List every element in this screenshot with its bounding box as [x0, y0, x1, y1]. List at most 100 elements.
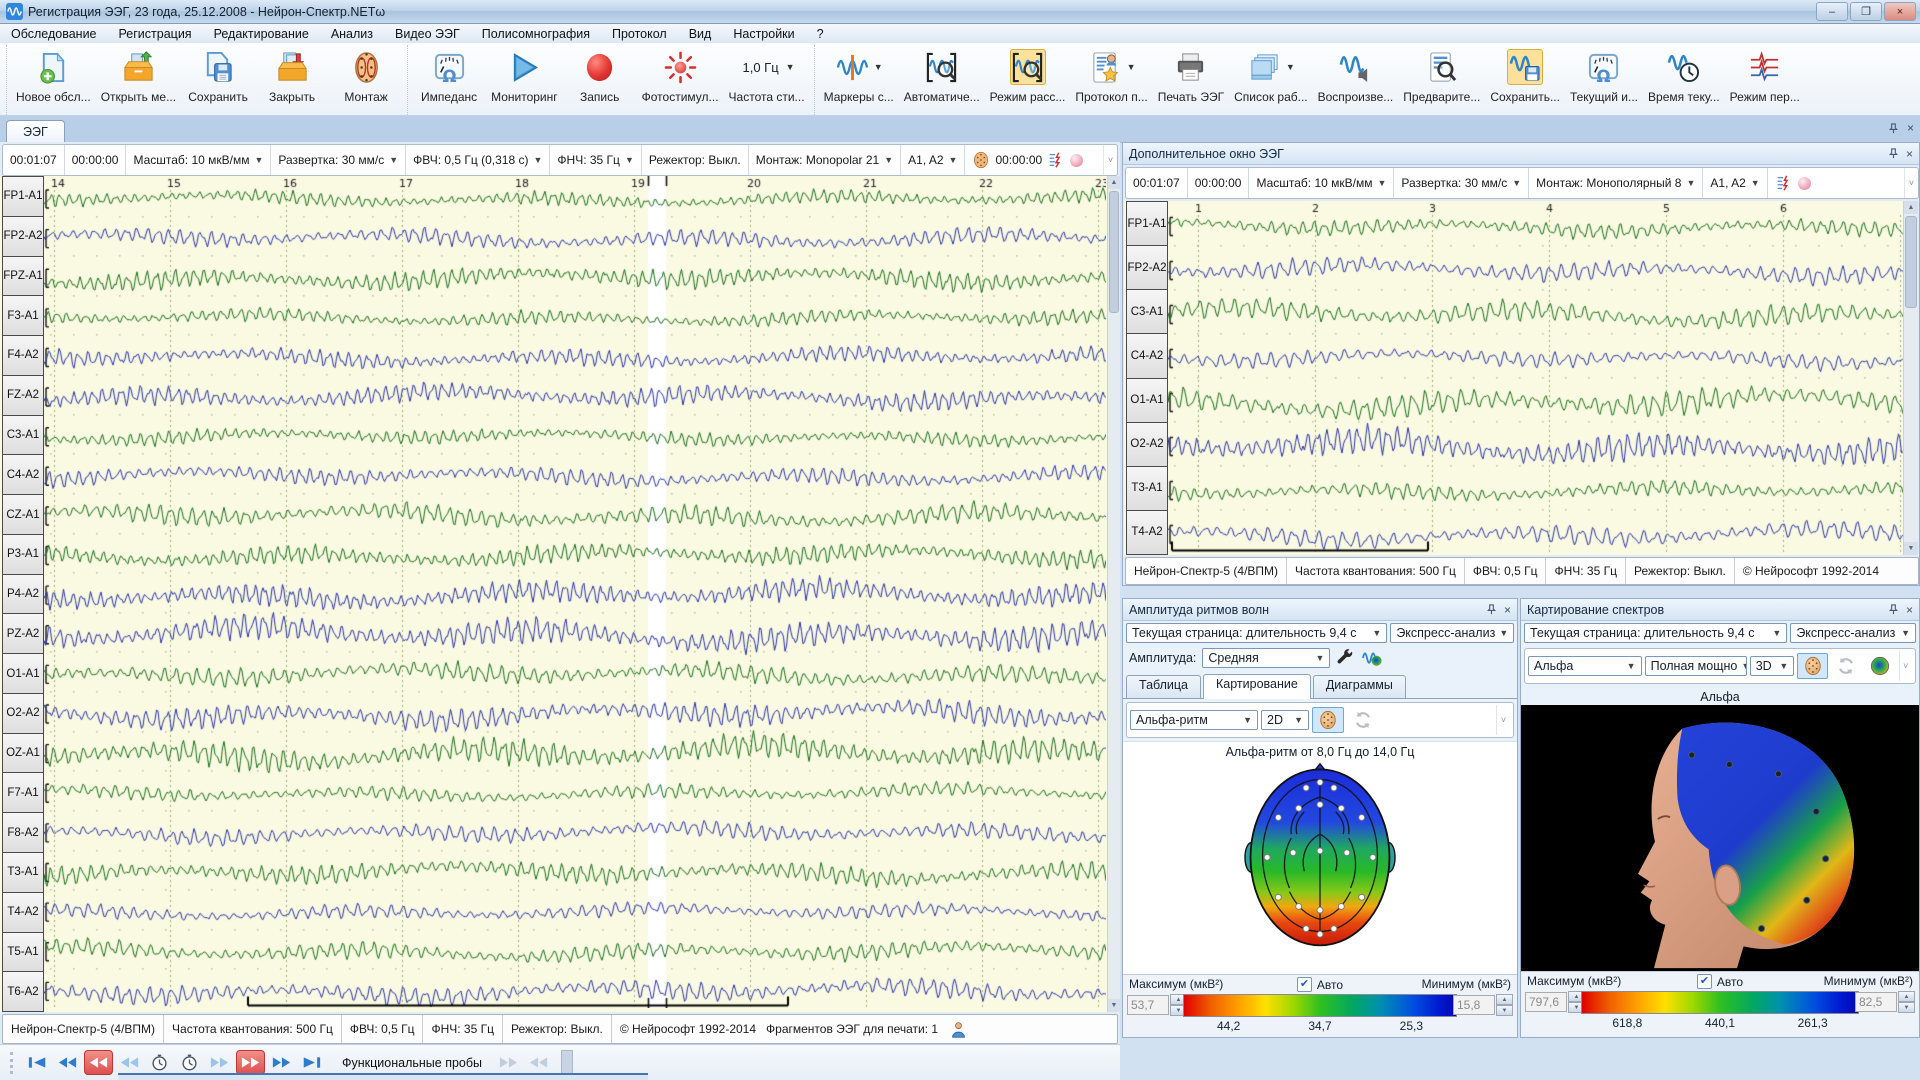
channel-label-P4-A2[interactable]: P4-A2 — [2, 574, 44, 615]
scroll-down-icon[interactable]: ▼ — [1904, 542, 1918, 555]
control-3[interactable]: Развертка: 30 мм/с▼ — [270, 145, 405, 175]
scroll-nub-icon[interactable]: ˅ — [1103, 145, 1117, 175]
channel-label-T4-A2[interactable]: T4-A2 — [1126, 510, 1168, 555]
tab-Диаграммы[interactable]: Диаграммы — [1313, 675, 1406, 698]
spin-down-icon[interactable]: ▼ — [1496, 1005, 1513, 1016]
menu-item-3[interactable]: Анализ — [320, 26, 384, 42]
monitoring-button[interactable]: Мониторинг — [486, 45, 563, 115]
menu-item-4[interactable]: Видео ЭЭГ — [384, 26, 471, 42]
stim-frequency-select[interactable]: 1,0 Гц▼Частота сти... — [724, 45, 810, 115]
pin-icon[interactable] — [1486, 604, 1497, 615]
control-5[interactable]: A1, A2▼ — [1702, 168, 1766, 198]
menu-item-2[interactable]: Редактирование — [203, 26, 320, 42]
save-fragment-button[interactable]: Сохранить... — [1485, 45, 1565, 115]
channel-label-O1-A1[interactable]: O1-A1 — [2, 653, 44, 694]
go-end-button[interactable] — [298, 1051, 325, 1074]
control-2[interactable]: Масштаб: 10 мкВ/мм▼ — [125, 145, 270, 175]
stim-marker-icon[interactable] — [1047, 151, 1065, 169]
close-panel-icon[interactable]: × — [1906, 147, 1913, 161]
menu-item-7[interactable]: Вид — [678, 26, 723, 42]
channel-label-F7-A1[interactable]: F7-A1 — [2, 772, 44, 813]
express-analysis-select[interactable]: Экспресс-анализ▼ — [1390, 623, 1514, 643]
chevron-down-icon[interactable]: ▼ — [786, 62, 795, 72]
channel-label-T3-A1[interactable]: T3-A1 — [2, 852, 44, 893]
close-tab-icon[interactable]: × — [1907, 121, 1914, 135]
review-mode-button[interactable]: Режим расс... — [985, 45, 1071, 115]
control-8[interactable]: A1, A2▼ — [900, 145, 964, 175]
channel-label-O2-A2[interactable]: O2-A2 — [1126, 422, 1168, 467]
spin-up-icon[interactable]: ▲ — [1898, 991, 1915, 1002]
control-3[interactable]: Развертка: 30 мм/с▼ — [1393, 168, 1528, 198]
record-button[interactable]: Запись — [563, 45, 637, 115]
min-input-value[interactable]: 15,8 — [1453, 995, 1495, 1015]
fast-forward-button[interactable] — [268, 1051, 295, 1074]
refresh-icon[interactable] — [1831, 653, 1862, 679]
spin-up-icon[interactable]: ▲ — [1496, 994, 1513, 1005]
menu-item-6[interactable]: Протокол — [601, 26, 678, 42]
min-input[interactable]: 82,5▲▼ — [1855, 991, 1915, 1013]
power-select[interactable]: Полная мощно▼ — [1645, 656, 1747, 676]
chevron-down-icon[interactable]: ▼ — [1286, 62, 1295, 72]
prev-probe-button[interactable] — [525, 1051, 552, 1074]
close-panel-icon[interactable]: × — [1504, 603, 1511, 617]
fast-back-button[interactable] — [54, 1051, 81, 1074]
express-analysis-select[interactable]: Экспресс-анализ▼ — [1790, 623, 1916, 643]
worklist-button[interactable]: ▼Список раб... — [1229, 45, 1312, 115]
menu-item-1[interactable]: Регистрация — [108, 26, 203, 42]
pen-mode-button[interactable]: Режим пер... — [1725, 45, 1805, 115]
channel-label-T4-A2[interactable]: T4-A2 — [2, 892, 44, 933]
max-input[interactable]: 797,6▲▼ — [1525, 991, 1585, 1013]
menu-item-5[interactable]: Полисомнография — [471, 26, 601, 42]
close-panel-icon[interactable]: × — [1906, 603, 1913, 617]
view-dimension-select[interactable]: 2D▼ — [1261, 710, 1309, 730]
control-7[interactable]: Монтаж: Monopolar 21▼ — [748, 145, 900, 175]
save-button[interactable]: Сохранить — [181, 45, 255, 115]
channel-label-FP1-A1[interactable]: FP1-A1 — [1126, 201, 1168, 246]
playback-button[interactable]: Воспроизве... — [1313, 45, 1399, 115]
control-6[interactable]: Режектор: Выкл. — [641, 145, 748, 175]
pin-icon[interactable] — [1888, 123, 1899, 134]
channel-label-FP2-A2[interactable]: FP2-A2 — [1126, 245, 1168, 290]
head-map-3d[interactable] — [1530, 706, 1910, 970]
pin-icon[interactable] — [1888, 148, 1899, 159]
scroll-up-icon[interactable]: ▲ — [1108, 176, 1120, 189]
step-forward-button[interactable] — [206, 1051, 233, 1074]
current-impedance-button[interactable]: ΩТекущий и... — [1565, 45, 1643, 115]
channel-label-T3-A1[interactable]: T3-A1 — [1126, 466, 1168, 511]
channel-label-F4-A2[interactable]: F4-A2 — [2, 335, 44, 376]
scrollbar-nub[interactable] — [561, 1050, 573, 1076]
menu-item-8[interactable]: Настройки — [722, 26, 805, 42]
head-map-button[interactable] — [1312, 707, 1344, 733]
auto-checkbox[interactable]: ✔ — [1697, 974, 1712, 989]
control-1[interactable]: 00:00:00 — [64, 145, 126, 175]
control-5[interactable]: ФНЧ: 35 Гц▼ — [549, 145, 640, 175]
tab-Картирование[interactable]: Картирование — [1203, 674, 1311, 699]
channel-label-F3-A1[interactable]: F3-A1 — [2, 295, 44, 336]
minimize-button[interactable]: – — [1816, 2, 1848, 21]
print-eeg-button[interactable]: Печать ЭЭГ — [1153, 45, 1229, 115]
channel-label-T5-A1[interactable]: T5-A1 — [2, 932, 44, 973]
page-back-button[interactable] — [84, 1050, 113, 1075]
max-input-value[interactable]: 797,6 — [1525, 992, 1567, 1012]
min-input-spinner[interactable]: ▲▼ — [1496, 994, 1513, 1016]
channel-label-O1-A1[interactable]: O1-A1 — [1126, 378, 1168, 423]
auto-checkbox[interactable]: ✔ — [1297, 977, 1312, 992]
channel-label-C3-A1[interactable]: C3-A1 — [1126, 289, 1168, 334]
scroll-down-icon[interactable]: ▼ — [1108, 999, 1120, 1012]
next-probe-button[interactable] — [495, 1051, 522, 1074]
control-4[interactable]: Монтаж: Монополярный 8▼ — [1528, 168, 1702, 198]
tab-eeg[interactable]: ЭЭГ — [6, 120, 65, 142]
stim-marker-icon[interactable] — [1775, 174, 1793, 192]
photostim-button[interactable]: Фотостимул... — [637, 45, 724, 115]
channel-label-C4-A2[interactable]: C4-A2 — [2, 454, 44, 495]
channel-label-O2-A2[interactable]: O2-A2 — [2, 693, 44, 734]
eeg-extra-traces[interactable] — [1168, 201, 1904, 553]
amplitude-select[interactable]: Средняя▼ — [1202, 648, 1330, 668]
menu-item-9[interactable]: ? — [806, 26, 835, 42]
tab-Таблица[interactable]: Таблица — [1126, 675, 1201, 698]
view-dimension-select[interactable]: 3D▼ — [1750, 656, 1795, 676]
channel-label-FZ-A2[interactable]: FZ-A2 — [2, 375, 44, 416]
colormap-icon[interactable] — [1865, 653, 1896, 679]
settings-wrench-icon[interactable] — [1333, 647, 1357, 669]
go-start-button[interactable] — [24, 1051, 51, 1074]
